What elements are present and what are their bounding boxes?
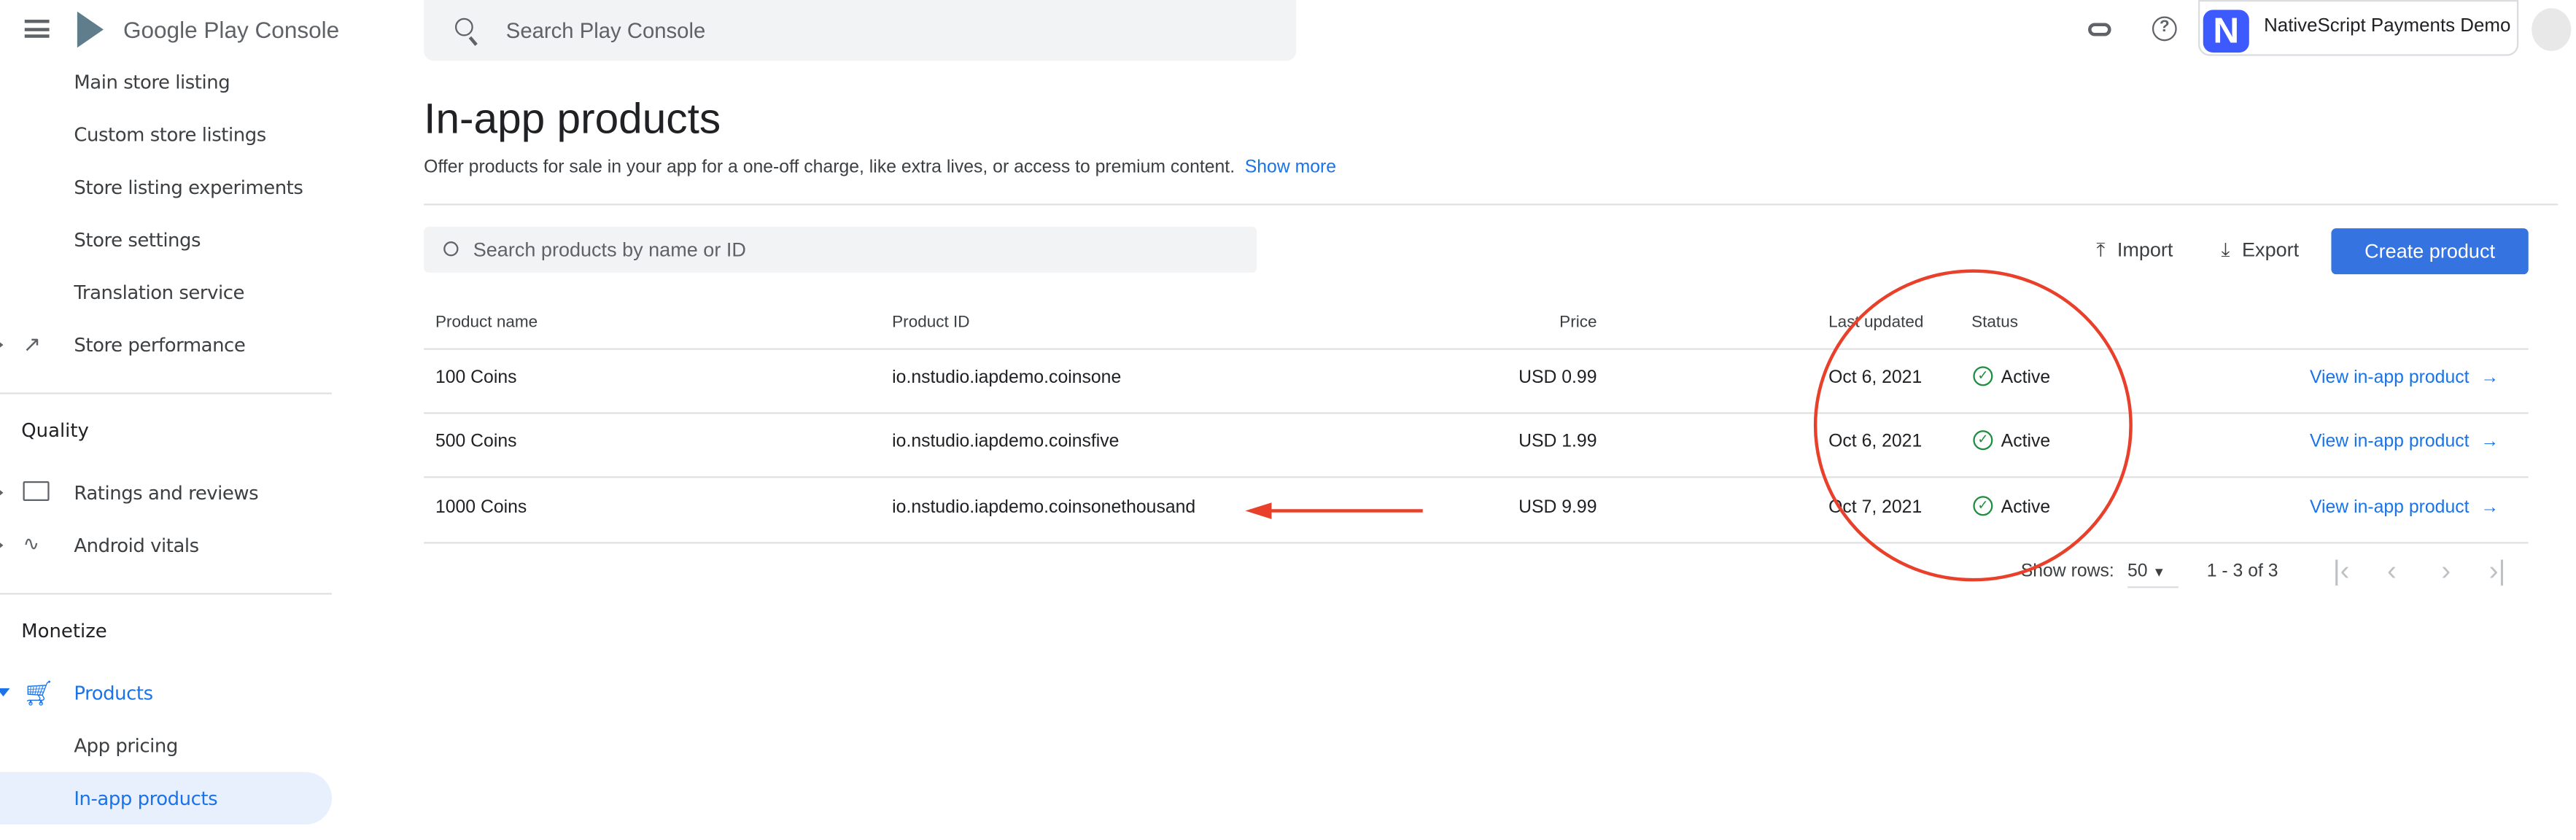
annotation-overlay [1245, 269, 2133, 582]
play-console-page: Google Play Console Search Play Console … [0, 0, 2576, 839]
annotation-arrowhead [1245, 502, 1272, 519]
annotation-circle [1813, 269, 2133, 582]
